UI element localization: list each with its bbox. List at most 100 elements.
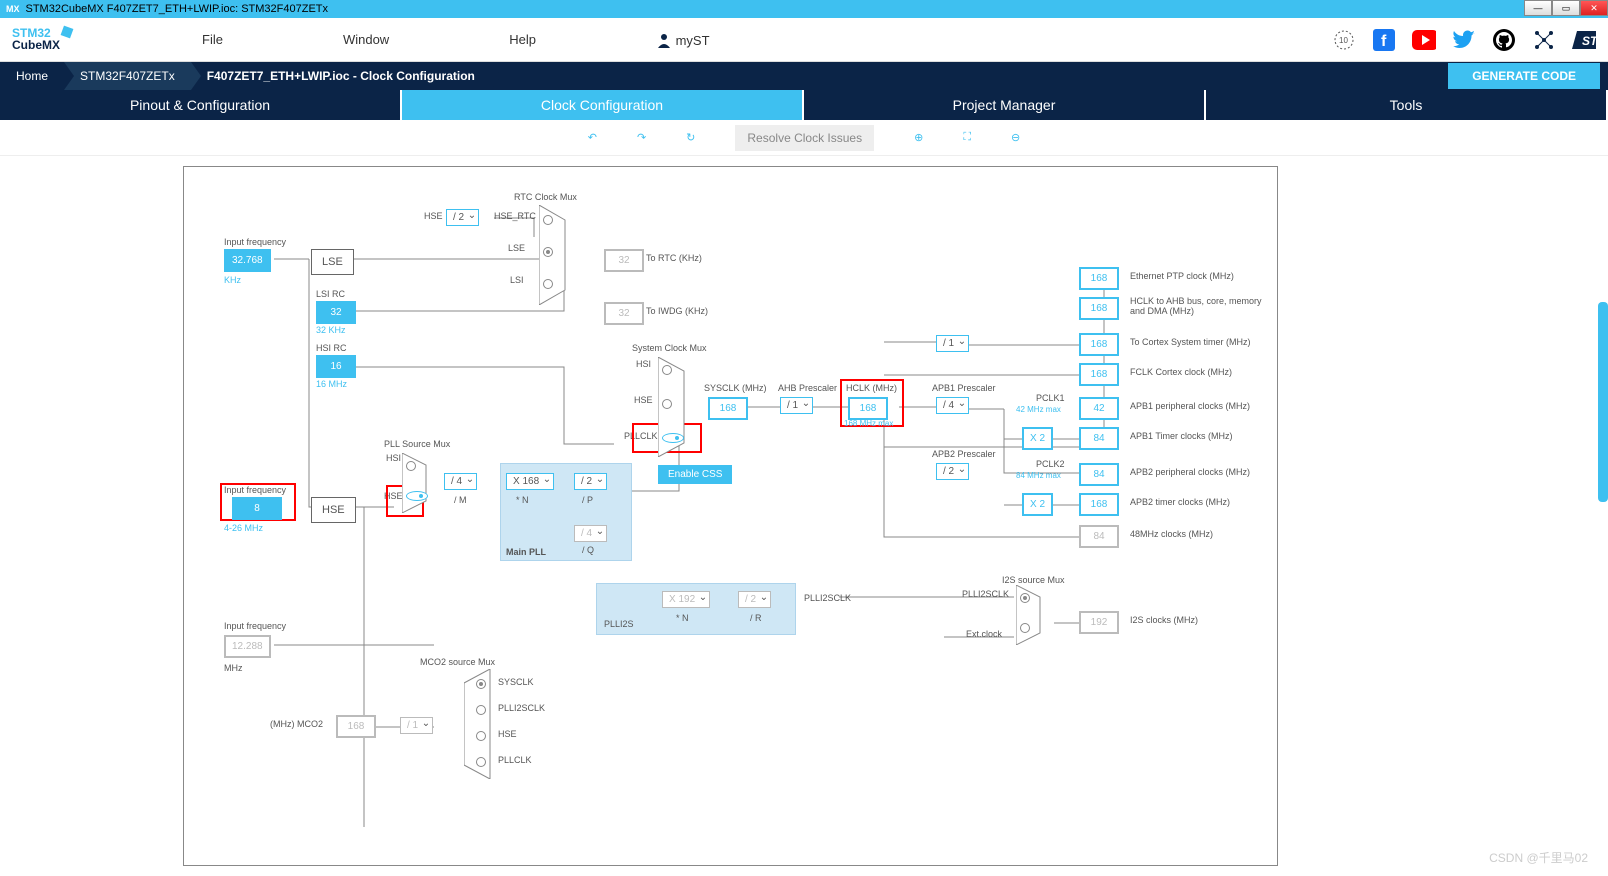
fit-icon[interactable]: ⛶ (963, 131, 971, 144)
hsi-unit: 16 MHz (316, 379, 347, 389)
pclk1-max: 42 MHz max (1016, 405, 1061, 414)
pll-m-label: / M (454, 495, 467, 505)
svg-text:ST: ST (1582, 34, 1596, 48)
pll-p[interactable]: / 2 (574, 473, 607, 490)
refresh-icon[interactable]: ↻ (686, 131, 695, 144)
minimize-button[interactable]: — (1524, 0, 1552, 16)
i2s-freq-label: Input frequency (224, 621, 286, 631)
github-icon[interactable] (1492, 28, 1516, 52)
apb2-peri-label: APB2 peripheral clocks (MHz) (1130, 467, 1250, 477)
apb1-label: APB1 Prescaler (932, 383, 996, 393)
pll-p-label: / P (582, 495, 593, 505)
rtc-mux[interactable] (539, 205, 573, 308)
hsi-label: HSI RC (316, 343, 347, 353)
apb2-tim-label: APB2 timer clocks (MHz) (1130, 497, 1230, 507)
st-logo-icon[interactable]: ST (1572, 28, 1596, 52)
plli2sclk2: PLLI2SCLK (962, 589, 1009, 599)
tab-clock[interactable]: Clock Configuration (402, 90, 804, 120)
plli2s-n[interactable]: X 192 (662, 591, 710, 608)
ahb-bus-label: HCLK to AHB bus, core, memory and DMA (M… (1130, 297, 1277, 317)
pll-q[interactable]: / 4 (574, 525, 607, 542)
tab-tools[interactable]: Tools (1206, 90, 1608, 120)
pclk2-label: PCLK2 (1036, 459, 1065, 469)
mco2-pll: PLLCLK (498, 755, 532, 765)
cortex-label: To Cortex System timer (MHz) (1130, 337, 1251, 347)
apb2-peri-value: 84 (1079, 463, 1119, 486)
mco2-label-head: MCO2 source Mux (420, 657, 495, 667)
sys-mux-label: System Clock Mux (632, 343, 707, 353)
mco2-plli2s: PLLI2SCLK (498, 703, 545, 713)
sys-mux[interactable] (658, 357, 690, 460)
badge-icon[interactable]: 10 (1332, 28, 1356, 52)
rtc-hse-div[interactable]: / 2 (446, 209, 479, 226)
ahb-select[interactable]: / 1 (780, 397, 813, 414)
mco2-sysclk: SYSCLK (498, 677, 534, 687)
eth-label: Ethernet PTP clock (MHz) (1130, 271, 1234, 281)
youtube-icon[interactable] (1412, 28, 1436, 52)
redo-icon[interactable]: ↷ (637, 131, 646, 144)
hclk-value[interactable]: 168 (848, 397, 888, 420)
network-icon[interactable] (1532, 28, 1556, 52)
pll-main-label: Main PLL (506, 547, 546, 557)
zoom-out-icon[interactable]: ⊖ (1011, 131, 1020, 144)
undo-icon[interactable]: ↶ (588, 131, 597, 144)
crumb-chip[interactable]: STM32F407ZETx (64, 62, 191, 90)
pll-src-label: PLL Source Mux (384, 439, 450, 449)
mco2-out-value: 168 (336, 715, 376, 738)
pll-m[interactable]: / 4 (444, 473, 477, 490)
eth-value: 168 (1079, 267, 1119, 290)
breadcrumb: Home STM32F407ZETx F407ZET7_ETH+LWIP.ioc… (0, 62, 1608, 90)
hse-sig: HSE (424, 211, 443, 221)
pclk1-label: PCLK1 (1036, 393, 1065, 403)
crumb-project[interactable]: F407ZET7_ETH+LWIP.ioc - Clock Configurat… (191, 62, 491, 90)
vertical-scrollbar[interactable] (1598, 302, 1608, 502)
lsi-value: 32 (316, 301, 356, 324)
mco2-mux[interactable] (464, 669, 496, 782)
resolve-button[interactable]: Resolve Clock Issues (735, 125, 874, 151)
title-bar: MX STM32CubeMX F407ZET7_ETH+LWIP.ioc: ST… (0, 0, 1608, 18)
fclk-value: 168 (1079, 363, 1119, 386)
zoom-in-icon[interactable]: ⊕ (914, 131, 923, 144)
mco2-div[interactable]: / 1 (400, 717, 433, 734)
apb2-select[interactable]: / 2 (936, 463, 969, 480)
lse-freq-input[interactable]: 32.768 (224, 249, 271, 272)
menu-window[interactable]: Window (343, 32, 389, 48)
window-title: STM32CubeMX F407ZET7_ETH+LWIP.ioc: STM32… (26, 3, 329, 15)
fclk-label: FCLK Cortex clock (MHz) (1130, 367, 1232, 377)
hse-freq-input[interactable]: 8 (232, 497, 282, 520)
i2s-out-label: I2S clocks (MHz) (1130, 615, 1198, 625)
pll-src-mux[interactable] (402, 453, 432, 516)
svg-text:CubeMX: CubeMX (12, 38, 60, 52)
hse-block: HSE (311, 497, 356, 523)
hse-rtc-label: HSE_RTC (494, 211, 536, 221)
facebook-icon[interactable]: f (1372, 28, 1396, 52)
clock-diagram[interactable]: Input frequency 32.768 KHz LSE LSI RC 32… (183, 166, 1278, 866)
plli2sclk-label: PLLI2SCLK (804, 593, 851, 603)
rtc-out-label: To RTC (KHz) (646, 253, 702, 263)
i2s-mux[interactable] (1016, 585, 1046, 648)
plli2s-r[interactable]: / 2 (738, 591, 771, 608)
pll-q-label: / Q (582, 545, 594, 555)
menu-myst[interactable]: myST (656, 32, 710, 48)
close-button[interactable]: ✕ (1580, 0, 1608, 16)
menu-help[interactable]: Help (509, 32, 536, 48)
pll-n[interactable]: X 168 (506, 473, 554, 490)
tab-project[interactable]: Project Manager (804, 90, 1206, 120)
maximize-button[interactable]: ▭ (1552, 0, 1580, 16)
crumb-home[interactable]: Home (0, 62, 64, 90)
menu-file[interactable]: File (202, 32, 223, 48)
cortex-div[interactable]: / 1 (936, 335, 969, 352)
twitter-icon[interactable] (1452, 28, 1476, 52)
i2s-freq-input[interactable]: 12.288 (224, 635, 271, 658)
tab-pinout[interactable]: Pinout & Configuration (0, 90, 402, 120)
ahb-bus-value: 168 (1079, 297, 1119, 320)
cortex-value: 168 (1079, 333, 1119, 356)
lse-block: LSE (311, 249, 354, 275)
sys-hse: HSE (634, 395, 653, 405)
generate-code-button[interactable]: GENERATE CODE (1448, 63, 1600, 89)
sys-hsi: HSI (636, 359, 651, 369)
enable-css-button[interactable]: Enable CSS (658, 465, 732, 484)
plli2s-r-label: / R (750, 613, 762, 623)
pll-n-label: * N (516, 495, 529, 505)
apb1-select[interactable]: / 4 (936, 397, 969, 414)
